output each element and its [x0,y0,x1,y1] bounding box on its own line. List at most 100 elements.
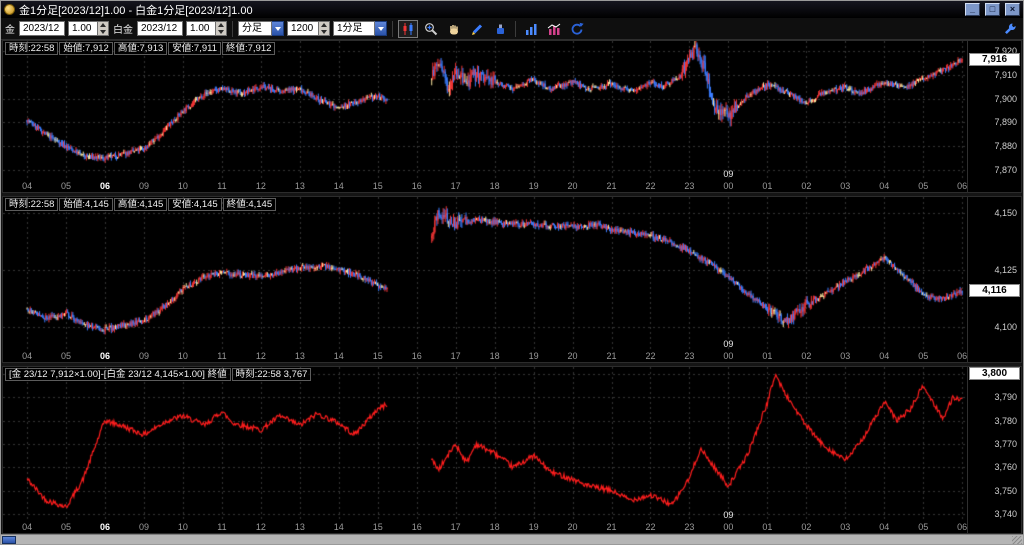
x-tick-label: 06 [100,351,110,361]
gold-y-axis[interactable]: 7,916 7,9207,9107,9007,8907,8807,870 [967,41,1021,192]
close-button[interactable]: × [1005,3,1020,16]
x-tick-label: 13 [295,522,305,532]
bar-count-stepper[interactable]: 1200 [287,21,330,36]
y-tick-label: 4,150 [994,208,1017,218]
x-tick-label: 17 [451,351,461,361]
x-tick-label: 02 [801,522,811,532]
pan-hand-icon [447,22,461,36]
spread-info-row: [金 23/12 7,912×1.00]-[白金 23/12 4,145×1.0… [5,368,312,381]
gold-chart-canvas[interactable] [3,41,967,180]
bar-chart-button[interactable] [521,20,541,38]
minimize-button[interactable]: _ [965,3,980,16]
horizontal-scrollbar[interactable] [1,534,1023,544]
x-tick-label: 17 [451,522,461,532]
chart-info-box: 安値:7,911 [168,42,221,55]
x-tick-label: 05 [61,522,71,532]
x-tick-label: 16 [412,181,422,191]
platinum-chart-canvas[interactable] [3,197,967,350]
gold-x-axis: 0405060910111213141516171819202122230001… [3,180,967,192]
refresh-button[interactable] [567,20,587,38]
period-type-value[interactable]: 分足 [238,21,272,36]
x-tick-label: 06 [957,522,967,532]
gold-multiplier-stepper[interactable]: 1.00 [68,21,109,36]
bar-count-value[interactable]: 1200 [287,21,319,36]
chart-info-box: 高値:7,913 [114,42,167,55]
platinum-multiplier-value[interactable]: 1.00 [186,21,216,36]
x-tick-label: 01 [762,351,772,361]
gold-plot[interactable]: 時刻:22:58始値:7,912高値:7,913安値:7,911終値:7,912… [3,41,967,192]
x-tick-label: 23 [684,522,694,532]
x-tick-label: 10 [178,351,188,361]
chevron-down-icon[interactable] [272,21,284,36]
x-tick-label: 22 [645,522,655,532]
indicator-chart-button[interactable] [544,20,564,38]
platinum-contract-field[interactable]: 2023/12 [137,21,183,36]
toolbar-separator [392,21,393,37]
x-tick-label: 01 [762,181,772,191]
gold-chart-panel: 時刻:22:58始値:7,912高値:7,913安値:7,911終値:7,912… [2,40,1022,193]
platinum-chart-panel: 時刻:22:58始値:4,145高値:4,145安値:4,145終値:4,145… [2,196,1022,363]
x-tick-label: 02 [801,351,811,361]
chart-info-box: 時刻:22:58 [5,198,58,211]
candlestick-chart-button[interactable] [398,20,418,38]
zoom-button[interactable] [421,20,441,38]
window-title: 金1分足[2023/12]1.00 - 白金1分足[2023/12]1.00 [19,2,960,18]
timeframe-value[interactable]: 1分足 [333,21,375,36]
x-tick-label: 04 [879,351,889,361]
chevron-down-icon[interactable] [375,21,387,36]
period-type-dropdown[interactable]: 分足 [238,21,284,36]
platinum-multiplier-stepper[interactable]: 1.00 [186,21,227,36]
pan-button[interactable] [444,20,464,38]
titlebar[interactable]: 金1分足[2023/12]1.00 - 白金1分足[2023/12]1.00 _… [1,1,1023,18]
spinner-arrows-icon[interactable] [319,21,330,36]
spinner-arrows-icon[interactable] [98,21,109,36]
x-tick-label: 23 [684,351,694,361]
gold-label: 金 [4,21,16,36]
x-tick-label: 05 [918,351,928,361]
y-tick-label: 4,125 [994,265,1017,275]
x-tick-label: 04 [22,522,32,532]
scrollbar-thumb[interactable] [2,536,16,544]
gold-contract-field[interactable]: 2023/12 [19,21,65,36]
platinum-label: 白金 [112,21,134,36]
x-tick-label: 06 [100,181,110,191]
platinum-x-axis: 0405060910111213141516171819202122230001… [3,350,967,362]
timeframe-dropdown[interactable]: 1分足 [333,21,387,36]
chart-info-box: 終値:4,145 [223,198,276,211]
platinum-y-axis[interactable]: 4,116 4,1504,1254,100 [967,197,1021,362]
refresh-icon [570,22,584,36]
x-tick-label: 22 [645,181,655,191]
x-tick-label: 19 [529,522,539,532]
toolbar-separator [232,21,233,37]
x-tick-label: 01 [762,522,772,532]
platinum-plot[interactable]: 時刻:22:58始値:4,145高値:4,145安値:4,145終値:4,145… [3,197,967,362]
bar-chart-icon [524,22,538,36]
x-tick-label: 11 [217,181,226,191]
x-tick-label: 12 [256,351,266,361]
spread-plot[interactable]: [金 23/12 7,912×1.00]-[白金 23/12 4,145×1.0… [3,367,967,533]
chart-info-box: [金 23/12 7,912×1.00]-[白金 23/12 4,145×1.0… [5,368,231,381]
x-tick-label: 20 [568,522,578,532]
settings-button[interactable] [1000,20,1020,38]
gold-multiplier-value[interactable]: 1.00 [68,21,98,36]
gold-info-row: 時刻:22:58始値:7,912高値:7,913安値:7,911終値:7,912 [5,42,276,55]
y-tick-label: 3,780 [994,416,1017,426]
draw-button[interactable] [467,20,487,38]
resize-grip-icon[interactable] [1012,536,1022,544]
x-tick-label: 04 [879,181,889,191]
x-tick-label: 15 [373,351,383,361]
x-tick-label: 19 [529,181,539,191]
chart-info-box: 始値:4,145 [59,198,112,211]
ink-bottle-icon [493,22,507,36]
chart-info-box: 始値:7,912 [59,42,112,55]
pencil-icon [470,22,484,36]
x-tick-label: 05 [918,181,928,191]
maximize-button[interactable]: □ [985,3,1000,16]
date-label: 09 [723,339,733,349]
y-tick-label: 7,890 [994,117,1017,127]
spread-y-axis[interactable]: 3,800 3,8003,7903,7803,7703,7603,7503,74… [967,367,1021,533]
ink-marker-button[interactable] [490,20,510,38]
x-tick-label: 14 [334,181,344,191]
spread-chart-canvas[interactable] [3,367,967,521]
spinner-arrows-icon[interactable] [216,21,227,36]
